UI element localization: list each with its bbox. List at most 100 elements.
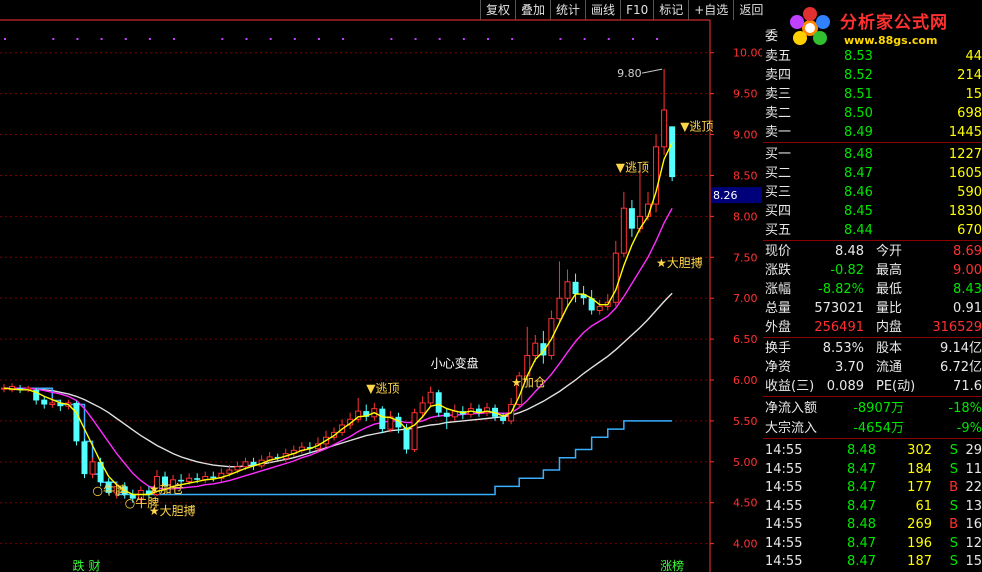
candle-body bbox=[403, 427, 410, 450]
candle-body bbox=[500, 416, 507, 421]
tick-price: 8.47 bbox=[847, 535, 876, 551]
tick-row: 14:55 8.47 177 B 22 bbox=[763, 478, 982, 497]
orderbook-row: 卖四 8.52 214 bbox=[763, 66, 982, 85]
stat-label: 现价 bbox=[765, 244, 792, 259]
candle-body bbox=[226, 469, 233, 474]
stat-value: 256491 bbox=[814, 320, 864, 335]
stat-value-2: 71.6 bbox=[953, 379, 982, 394]
tick-side: S bbox=[949, 443, 958, 458]
tick-row: 14:55 8.47 61 S 13 bbox=[763, 497, 982, 516]
tick-price: 8.47 bbox=[847, 554, 876, 569]
orderbook-label: 买三 bbox=[765, 185, 792, 200]
dot-marker bbox=[487, 38, 489, 40]
candle-body bbox=[194, 478, 201, 480]
candle-body bbox=[628, 208, 635, 229]
price-chart[interactable]: 10.00 9.50 9.00 8.50 8.00 7.50 7.00 6.50 6.00 5.5… bbox=[0, 0, 762, 572]
candle-body bbox=[435, 392, 442, 413]
toolbar-button-5[interactable]: 标记 bbox=[653, 0, 688, 20]
y-tick-label: 8.00 bbox=[733, 210, 758, 223]
dot-marker bbox=[414, 38, 417, 40]
stat-value: -4654万 bbox=[853, 421, 904, 436]
toolbar-button-4[interactable]: F10 bbox=[620, 0, 653, 20]
candle-body bbox=[379, 408, 386, 430]
tick-volume: 302 bbox=[907, 443, 932, 458]
orderbook-price: 8.49 bbox=[844, 125, 873, 140]
tick-count: 11 bbox=[965, 461, 982, 477]
candle-body bbox=[419, 402, 426, 414]
current-price-label: 8.26 bbox=[713, 189, 738, 202]
stat-value: 0.089 bbox=[826, 379, 864, 394]
candle-body bbox=[81, 441, 88, 475]
y-tick-label: 7.50 bbox=[733, 251, 758, 264]
orderbook-row: 卖一 8.49 1445 bbox=[763, 123, 982, 142]
orderbook-price: 8.46 bbox=[844, 185, 873, 200]
signal-label: ▼逃顶 bbox=[616, 160, 649, 174]
signal-label: ★加仓 bbox=[511, 376, 546, 390]
tick-volume: 196 bbox=[907, 535, 932, 551]
signal-label: ○牛脾 bbox=[93, 483, 127, 498]
stat-value-2: 9.00 bbox=[953, 263, 982, 278]
tick-price: 8.47 bbox=[847, 480, 876, 495]
dot-marker bbox=[76, 38, 79, 40]
tick-price: 8.48 bbox=[847, 443, 876, 458]
stat-label-2: 今开 bbox=[876, 244, 903, 259]
tick-time: 14:55 bbox=[765, 498, 803, 514]
tick-volume: 61 bbox=[915, 498, 932, 514]
stat-row: 换手 8.53% 股本 9.14亿 bbox=[763, 339, 982, 358]
toolbar-button-0[interactable]: 复权 bbox=[480, 0, 515, 20]
orderbook-label: 委 bbox=[765, 29, 779, 44]
signal-label: 小心变盘 bbox=[431, 356, 479, 371]
candle-body bbox=[89, 461, 96, 475]
stat-row: 净流入额 -8907万 -18% bbox=[763, 399, 982, 418]
candle-body bbox=[596, 305, 603, 311]
dot-marker bbox=[317, 38, 320, 40]
stat-row: 大宗流入 -4654万 -9% bbox=[763, 419, 982, 438]
candle-body bbox=[41, 399, 48, 405]
candle-body bbox=[556, 297, 563, 320]
peak-leader bbox=[642, 68, 663, 74]
y-tick-label: 5.00 bbox=[733, 456, 758, 469]
tick-time: 14:55 bbox=[765, 443, 803, 458]
dot-marker bbox=[511, 38, 514, 40]
tick-price: 8.47 bbox=[847, 498, 876, 514]
orderbook-price: 8.52 bbox=[844, 68, 873, 83]
stat-row: 涨幅 -8.82% 最低 8.43 bbox=[763, 280, 982, 299]
stat-value-2: -9% bbox=[956, 421, 982, 436]
peak-label: 9.80 bbox=[617, 67, 642, 80]
orderbook-label: 买五 bbox=[765, 223, 792, 238]
tick-count: 12 bbox=[965, 535, 982, 551]
x-marker-label: 财 bbox=[89, 559, 101, 572]
stat-value-2: 9.14亿 bbox=[940, 341, 982, 356]
orderbook-price: 8.48 bbox=[844, 147, 873, 162]
tick-count: 22 bbox=[965, 480, 982, 495]
dot-marker bbox=[173, 38, 176, 40]
stat-row: 净资 3.70 流通 6.72亿 bbox=[763, 358, 982, 377]
orderbook-label: 卖三 bbox=[765, 87, 792, 102]
orderbook-price: 8.44 bbox=[844, 223, 873, 238]
stat-label-2: 最高 bbox=[876, 263, 903, 278]
stat-value-2: 6.72亿 bbox=[940, 360, 982, 375]
stat-label: 收益(三) bbox=[765, 379, 815, 394]
tick-time: 14:55 bbox=[765, 554, 803, 569]
tick-count: 15 bbox=[965, 554, 982, 569]
orderbook-volume: 214 bbox=[957, 68, 982, 83]
x-marker-label: 涨榜 bbox=[660, 558, 684, 572]
orderbook-label: 买二 bbox=[765, 166, 792, 181]
candle-body bbox=[49, 402, 56, 406]
toolbar-button-3[interactable]: 画线 bbox=[585, 0, 620, 20]
orderbook-row: 买二 8.47 1605 bbox=[763, 164, 982, 183]
support-line bbox=[4, 387, 673, 496]
y-tick-label: 9.50 bbox=[733, 88, 758, 101]
dot-marker bbox=[293, 38, 296, 40]
stat-label-2: 量比 bbox=[876, 301, 903, 316]
toolbar-button-6[interactable]: +自选 bbox=[688, 0, 733, 20]
toolbar-button-2[interactable]: 统计 bbox=[550, 0, 585, 20]
dot-marker bbox=[438, 38, 441, 40]
candle-body bbox=[661, 109, 668, 148]
tick-price: 8.47 bbox=[847, 461, 876, 477]
toolbar: 复权 叠加 统计 画线 F10 标记 +自选 返回 bbox=[480, 0, 768, 20]
tick-volume: 184 bbox=[907, 461, 932, 477]
toolbar-button-1[interactable]: 叠加 bbox=[515, 0, 550, 20]
dot-marker bbox=[631, 38, 634, 40]
y-tick-label: 7.00 bbox=[733, 292, 758, 305]
